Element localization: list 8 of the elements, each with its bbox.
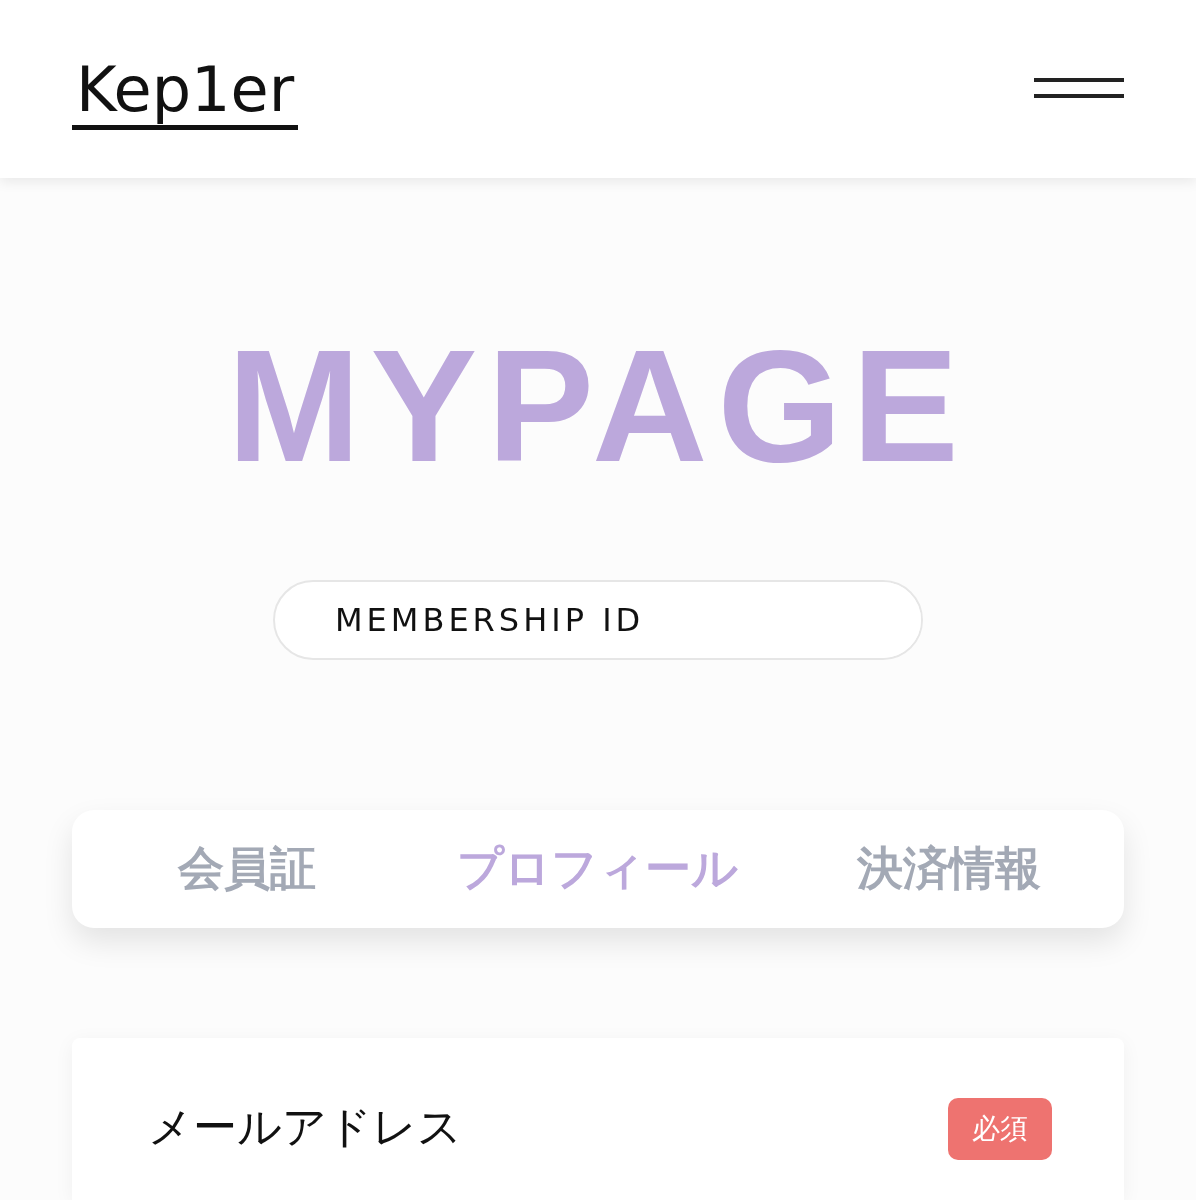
page-title: MYPAGE xyxy=(226,326,970,486)
tab[interactable]: 会員証 xyxy=(72,838,423,900)
tab[interactable]: プロフィール xyxy=(422,838,774,900)
tab[interactable]: 決済情報 xyxy=(773,838,1124,900)
field-label: メールアドレス xyxy=(148,1100,462,1154)
required-badge: 必須 xyxy=(948,1098,1052,1160)
membership-id-label: MEMBERSHIP ID xyxy=(335,601,645,639)
logo[interactable]: Kep1er xyxy=(72,56,299,130)
